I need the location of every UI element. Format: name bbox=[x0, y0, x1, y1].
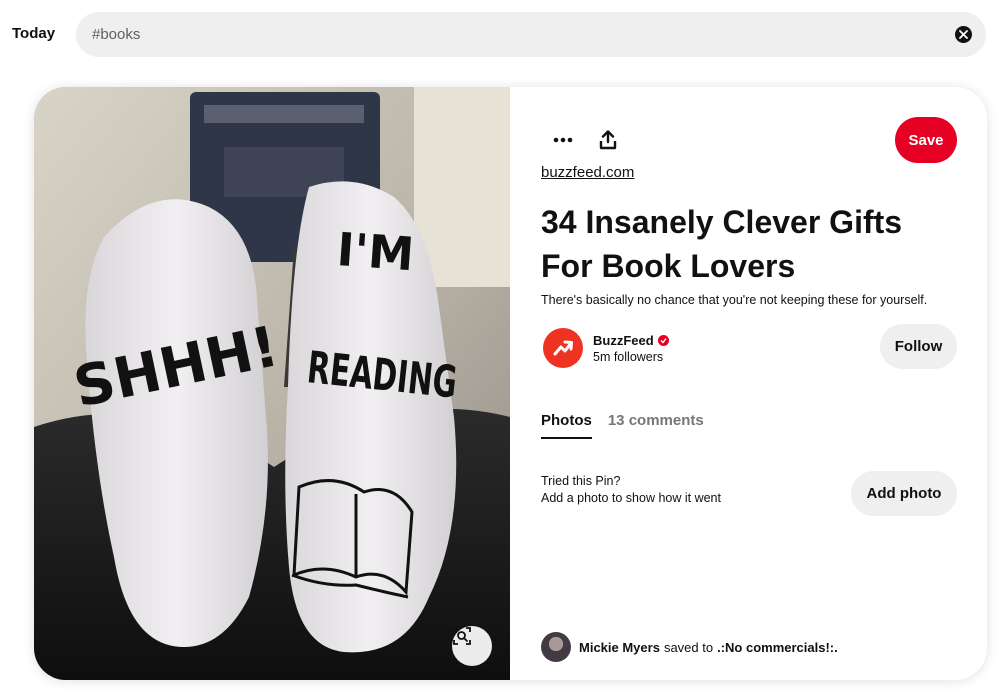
pin-photo: SHHH! I'M READING bbox=[34, 87, 510, 680]
tab-comments[interactable]: 13 comments bbox=[608, 412, 704, 439]
follow-button[interactable]: Follow bbox=[880, 324, 957, 369]
visual-search-icon bbox=[453, 627, 471, 645]
clear-icon bbox=[959, 30, 968, 39]
pin-details: Save buzzfeed.com 34 Insanely Clever Gif… bbox=[510, 87, 987, 680]
saved-to-text: saved to bbox=[663, 639, 714, 655]
save-button[interactable]: Save bbox=[895, 117, 957, 163]
top-bar: Today #books bbox=[0, 0, 1007, 72]
pin-description: There's basically no chance that you're … bbox=[541, 293, 928, 307]
share-icon bbox=[599, 130, 617, 150]
pin-tabs: Photos 13 comments bbox=[541, 412, 704, 442]
tried-line-1: Tried this Pin? bbox=[541, 474, 621, 488]
creator-name[interactable]: BuzzFeed bbox=[593, 333, 654, 348]
add-photo-button[interactable]: Add photo bbox=[851, 471, 957, 516]
today-tab[interactable]: Today bbox=[12, 25, 55, 42]
share-button[interactable] bbox=[588, 120, 628, 160]
verified-icon bbox=[657, 335, 669, 346]
saved-by: Mickie Myers saved to .:No commercials!:… bbox=[541, 632, 838, 662]
search-input[interactable]: #books bbox=[92, 26, 140, 43]
more-icon bbox=[553, 137, 573, 143]
board-link[interactable]: .:No commercials!:. bbox=[717, 640, 838, 655]
pin-closeup-card: SHHH! I'M READING Save buzzfeed.com 34 I… bbox=[34, 87, 987, 680]
pin-title: 34 Insanely Clever Gifts For Book Lovers bbox=[541, 204, 903, 284]
trending-arrow-icon bbox=[553, 340, 573, 356]
saver-name[interactable]: Mickie Myers bbox=[579, 640, 660, 655]
search-bar[interactable]: #books bbox=[76, 12, 986, 57]
tried-prompt: Tried this Pin? Add a photo to show how … bbox=[541, 473, 721, 507]
creator-followers: 5m followers bbox=[593, 350, 664, 364]
tab-photos[interactable]: Photos bbox=[541, 412, 592, 439]
source-link[interactable]: buzzfeed.com bbox=[541, 164, 634, 181]
creator-avatar[interactable] bbox=[543, 328, 583, 368]
saver-avatar[interactable] bbox=[541, 632, 571, 662]
clear-search-button[interactable] bbox=[955, 26, 972, 43]
creator-name-row[interactable]: BuzzFeed bbox=[593, 333, 669, 348]
visual-search-button[interactable] bbox=[452, 626, 492, 666]
sock-right-text-top: I'M bbox=[335, 222, 416, 281]
pin-image[interactable]: SHHH! I'M READING bbox=[34, 87, 510, 680]
tried-line-2: Add a photo to show how it went bbox=[541, 491, 721, 505]
more-options-button[interactable] bbox=[543, 120, 583, 160]
